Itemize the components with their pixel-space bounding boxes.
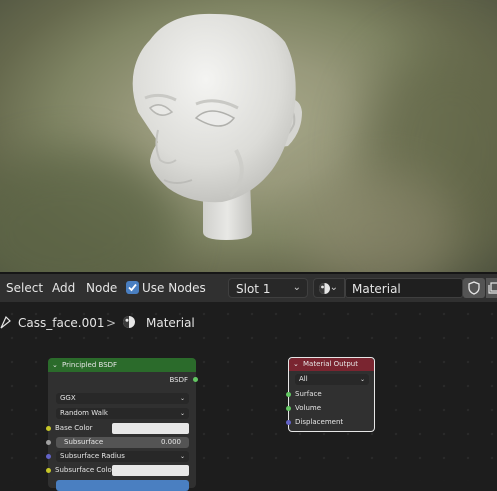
subsurface-color-socket[interactable]: [46, 468, 51, 473]
chevron-down-icon: ⌄: [329, 282, 338, 293]
subsurface-color-swatch[interactable]: [112, 465, 189, 476]
subsurface-label: Subsurface: [64, 438, 104, 446]
fake-user-button[interactable]: [463, 278, 485, 298]
subsurface-radius-label: Subsurface Radius: [60, 452, 125, 460]
material-sphere-icon: [123, 316, 135, 328]
shield-icon: [468, 281, 480, 295]
next-field[interactable]: [56, 480, 189, 491]
volume-socket[interactable]: [286, 406, 291, 411]
collapse-arrow-icon[interactable]: ⌄: [293, 358, 299, 371]
bsdf-output-socket[interactable]: [193, 377, 198, 382]
face-model: [132, 13, 302, 240]
subsurface-method-value: Random Walk: [60, 409, 108, 417]
chevron-down-icon: ⌄: [179, 453, 185, 460]
menu-node[interactable]: Node: [86, 281, 117, 295]
chevron-down-icon: ⌄: [179, 410, 185, 417]
collapse-arrow-icon[interactable]: ⌄: [52, 358, 58, 372]
node-header[interactable]: ⌄ Principled BSDF: [48, 358, 196, 372]
subsurface-method-dropdown[interactable]: Random Walk ⌄: [56, 408, 189, 419]
material-name-value: Material: [352, 282, 401, 296]
principled-bsdf-node[interactable]: ⌄ Principled BSDF BSDF GGX ⌄ Random Walk…: [46, 358, 198, 491]
chevron-down-icon: ⌄: [359, 376, 365, 383]
material-name-field[interactable]: Material: [345, 278, 463, 298]
bsdf-output-label: BSDF: [169, 376, 188, 384]
slot-value: Slot 1: [236, 282, 271, 296]
displacement-label: Displacement: [295, 418, 344, 426]
surface-label: Surface: [295, 390, 322, 398]
node-header[interactable]: ⌄ Material Output: [289, 358, 374, 371]
subsurface-field[interactable]: Subsurface 0.000: [56, 437, 189, 448]
material-output-node[interactable]: ⌄ Material Output All ⌄ Surface Volume D…: [286, 357, 375, 432]
displacement-socket[interactable]: [286, 420, 291, 425]
base-color-socket[interactable]: [46, 426, 51, 431]
distribution-dropdown[interactable]: GGX ⌄: [56, 393, 189, 404]
node-title: Material Output: [303, 360, 358, 368]
breadcrumb-object: Cass_face.001: [18, 316, 105, 330]
target-value: All: [299, 375, 308, 383]
node-title: Principled BSDF: [62, 361, 118, 369]
distribution-value: GGX: [60, 394, 76, 402]
base-color-swatch[interactable]: [112, 423, 189, 434]
subsurface-socket[interactable]: [46, 440, 51, 445]
copy-icon: [488, 282, 497, 294]
material-browse-button[interactable]: ⌄: [313, 278, 345, 298]
chevron-down-icon: ⌄: [179, 395, 185, 402]
use-nodes-checkbox[interactable]: [126, 281, 139, 294]
target-dropdown[interactable]: All ⌄: [295, 374, 369, 385]
menu-add[interactable]: Add: [52, 281, 75, 295]
subsurface-radius-socket[interactable]: [46, 454, 51, 459]
slot-dropdown[interactable]: Slot 1 ⌄: [228, 278, 308, 298]
surface-socket[interactable]: [286, 392, 291, 397]
base-color-label: Base Color: [55, 424, 93, 432]
volume-label: Volume: [295, 404, 322, 412]
breadcrumb-material: Material: [146, 316, 195, 330]
use-nodes-label: Use Nodes: [142, 281, 206, 295]
checkmark-icon: [128, 283, 137, 292]
3d-viewport[interactable]: [0, 0, 497, 272]
subsurface-radius-dropdown[interactable]: Subsurface Radius ⌄: [56, 451, 189, 462]
subsurface-color-label: Subsurface Color: [55, 466, 115, 474]
breadcrumb-separator: >: [106, 316, 117, 330]
subsurface-value: 0.000: [160, 438, 181, 446]
duplicate-material-button[interactable]: [486, 278, 497, 298]
chevron-down-icon: ⌄: [292, 282, 301, 293]
mesh-object-icon: [0, 315, 11, 329]
menu-select[interactable]: Select: [6, 281, 43, 295]
